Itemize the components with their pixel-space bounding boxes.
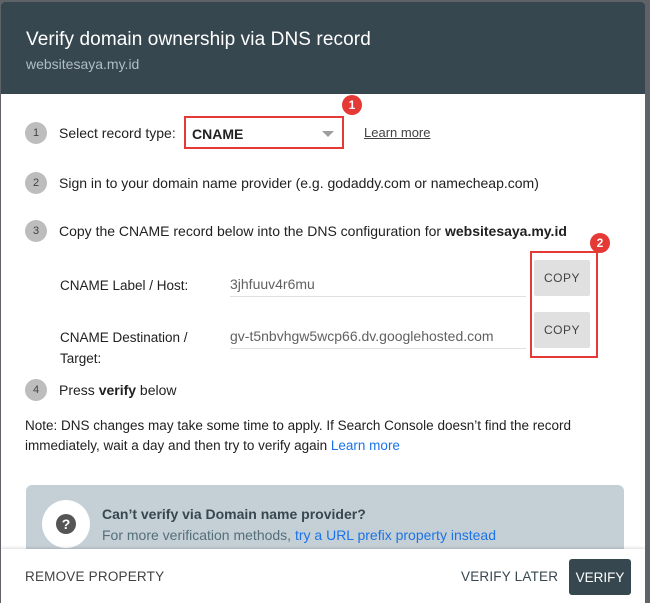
- step-text: Press verify below: [59, 382, 177, 398]
- step-domain: websitesaya.my.id: [444, 223, 567, 239]
- step-number: 4: [25, 379, 47, 401]
- help-icon-circle: ?: [42, 500, 90, 548]
- dialog-header: Verify domain ownership via DNS record w…: [1, 2, 645, 94]
- annotation-badge-1: 1: [342, 95, 362, 115]
- step-text-after: below: [136, 382, 177, 398]
- copy-target-button[interactable]: COPY: [534, 312, 590, 348]
- copy-host-button[interactable]: COPY: [534, 260, 590, 296]
- cname-target-value[interactable]: gv-t5nbvhgw5wcp66.dv.googlehosted.com: [230, 328, 526, 349]
- step-2: 2 Sign in to your domain name provider (…: [25, 172, 539, 194]
- remove-property-button[interactable]: REMOVE PROPERTY: [25, 569, 164, 584]
- note-learn-more-link[interactable]: Learn more: [331, 438, 400, 453]
- url-prefix-link[interactable]: try a URL prefix property instead: [295, 527, 496, 543]
- record-type-select[interactable]: CNAME: [184, 116, 344, 149]
- step-text: Copy the CNAME record below into the DNS…: [59, 223, 567, 239]
- help-text: For more verification methods, try a URL…: [102, 527, 496, 543]
- dns-note: Note: DNS changes may take some time to …: [25, 416, 625, 456]
- cname-target-label: CNAME Destination / Target:: [60, 327, 188, 369]
- note-text: Note: DNS changes may take some time to …: [25, 418, 572, 453]
- dialog-subtitle: websitesaya.my.id: [26, 56, 140, 72]
- annotation-badge-2: 2: [590, 233, 610, 253]
- dialog-footer: REMOVE PROPERTY VERIFY LATER VERIFY: [1, 549, 645, 603]
- step-text-before: Press: [59, 382, 99, 398]
- step-number: 3: [25, 220, 47, 242]
- step-text: Select record type:: [59, 125, 176, 141]
- step-text-bold: verify: [98, 382, 137, 398]
- cname-target-label-line2: Target:: [60, 351, 102, 366]
- cname-host-label: CNAME Label / Host:: [60, 278, 189, 293]
- help-title: Can’t verify via Domain name provider?: [102, 506, 366, 522]
- help-question-icon: ?: [56, 514, 76, 534]
- step-text-main: Copy the CNAME record below into the DNS…: [59, 223, 445, 239]
- learn-more-link[interactable]: Learn more: [364, 125, 430, 140]
- verify-dns-dialog: Verify domain ownership via DNS record w…: [1, 2, 645, 603]
- step-text: Sign in to your domain name provider (e.…: [59, 175, 539, 191]
- verify-button[interactable]: VERIFY: [569, 559, 631, 595]
- dialog-title: Verify domain ownership via DNS record: [26, 29, 371, 50]
- step-number: 2: [25, 172, 47, 194]
- step-1: 1 Select record type:: [25, 122, 176, 144]
- record-type-value: CNAME: [192, 126, 244, 142]
- dropdown-arrow-icon: [322, 131, 334, 137]
- step-4: 4 Press verify below: [25, 379, 177, 401]
- help-text-main: For more verification methods,: [102, 527, 295, 543]
- cname-target-label-line1: CNAME Destination /: [60, 330, 188, 345]
- cname-host-value[interactable]: 3jhfuuv4r6mu: [230, 276, 526, 297]
- step-3: 3 Copy the CNAME record below into the D…: [25, 220, 567, 242]
- step-number: 1: [25, 122, 47, 144]
- verify-later-button[interactable]: VERIFY LATER: [461, 569, 558, 584]
